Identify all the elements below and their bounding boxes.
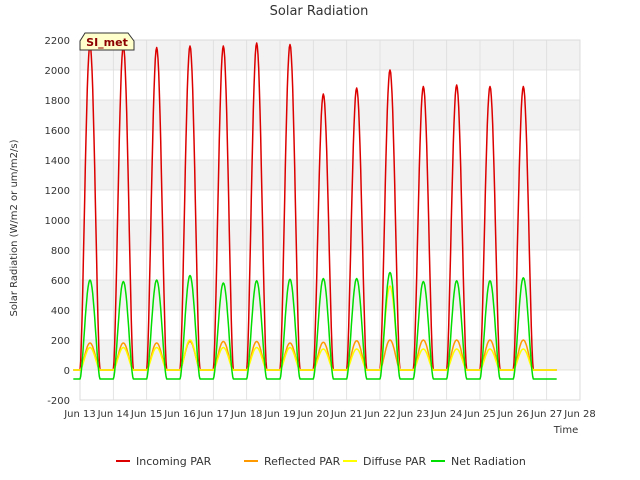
legend-label: Incoming PAR [136, 455, 212, 468]
y-tick-label: 800 [51, 246, 70, 257]
x-tick-label: Jun 26 [497, 409, 530, 420]
x-tick-label: Jun 14 [97, 409, 130, 420]
y-tick-label: 0 [64, 366, 70, 377]
x-tick-label: Jun 20 [297, 409, 330, 420]
grid-band [80, 220, 580, 250]
x-tick-label: Jun 22 [363, 409, 396, 420]
site-label: SI_met [86, 36, 128, 49]
grid-band [80, 100, 580, 130]
y-axis-label: Solar Radiation (W/m2 or um/m2/s) [9, 139, 20, 316]
x-tick-label: Jun 27 [530, 409, 563, 420]
x-tick-label: Jun 21 [330, 409, 363, 420]
y-tick-label: 1200 [45, 186, 70, 197]
y-tick-label: 2200 [45, 36, 70, 47]
solar-radiation-chart: -200 0 200 400 600 800 1000 1200 1400 1600 1800 200… [0, 0, 640, 480]
y-tick-label: 2000 [45, 66, 70, 77]
x-tick-label: Jun 18 [230, 409, 263, 420]
x-tick-label: Jun 16 [163, 409, 196, 420]
y-tick-label: 600 [51, 276, 70, 287]
legend-label: Net Radiation [451, 455, 526, 468]
chart-title: Solar Radiation [270, 4, 369, 19]
y-tick-label: 1000 [45, 216, 70, 227]
y-tick-label: 1800 [45, 96, 70, 107]
x-tick-label: Jun 28 [563, 409, 596, 420]
x-tick-label: Jun 13 [63, 409, 96, 420]
site-label-box: SI_met [79, 32, 135, 51]
y-tick-label: -200 [47, 396, 70, 407]
grid-band [80, 160, 580, 190]
legend-label: Diffuse PAR [363, 455, 427, 468]
x-tick-label: Jun 19 [263, 409, 296, 420]
x-tick-label: Jun 17 [197, 409, 230, 420]
y-tick-label: 1400 [45, 156, 70, 167]
y-tick-label: 1600 [45, 126, 70, 137]
x-tick-label: Jun 15 [130, 409, 163, 420]
y-tick-label: 200 [51, 336, 70, 347]
x-tick-label: Jun 24 [430, 409, 463, 420]
legend: Incoming PAR Reflected PAR Diffuse PAR Net … [116, 455, 526, 468]
x-tick-label: Jun 25 [463, 409, 496, 420]
y-tick-label: 400 [51, 306, 70, 317]
x-axis-label: Time [553, 425, 578, 436]
x-tick-label: Jun 23 [397, 409, 430, 420]
legend-label: Reflected PAR [264, 455, 341, 468]
